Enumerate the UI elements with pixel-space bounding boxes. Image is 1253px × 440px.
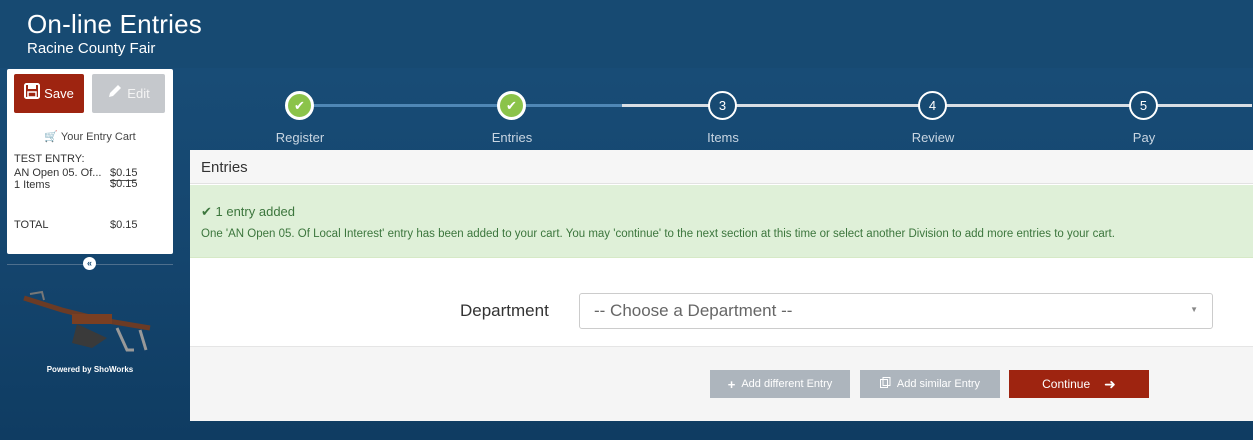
shopping-cart-icon: 🛒 [44,131,59,143]
save-button-label: Save [44,86,74,101]
panel-heading: Entries [190,150,1253,184]
cart-entry-type: TEST ENTRY: [14,153,85,165]
dropdown-caret-icon: ▼ [1190,305,1198,314]
cart-total-label: TOTAL [14,219,49,231]
department-label: Department [460,301,549,320]
add-different-entry-label: Add different Entry [741,378,833,390]
collapse-sidebar-icon[interactable]: « [83,257,96,270]
fair-name: Racine County Fair [27,40,156,57]
app-header: On-line Entries Racine County Fair [0,0,1253,68]
cart-items-price: $0.15 [110,178,138,190]
edit-button-label: Edit [127,86,150,101]
cart-total-price: $0.15 [110,219,138,231]
add-different-entry-button[interactable]: + Add different Entry [710,370,850,398]
success-alert: ✔ 1 entry added One 'AN Open 05. Of Loca… [190,185,1253,258]
entry-cart: Save Edit 🛒 Your Entry Cart TEST ENTRY: … [7,69,173,254]
step-items-label: Items [707,130,739,145]
plus-icon: + [727,376,736,392]
alert-message: One 'AN Open 05. Of Local Interest' entr… [201,228,1115,240]
copy-icon [879,377,891,391]
step-connector [305,104,517,107]
step-pay-icon: 5 [1129,91,1158,120]
progress-steps: ✔ Register ✔ Entries 3 Items 4 Review 5 … [190,88,1253,148]
step-entries-icon[interactable]: ✔ [497,91,526,120]
step-review-icon: 4 [918,91,947,120]
pencil-icon [107,83,123,104]
edit-button[interactable]: Edit [92,74,165,113]
add-similar-entry-label: Add similar Entry [896,378,981,390]
add-similar-entry-button[interactable]: Add similar Entry [860,370,1000,398]
cart-title: 🛒 Your Entry Cart [7,130,173,143]
step-register-icon[interactable]: ✔ [285,91,314,120]
continue-button[interactable]: Continue ➜ [1009,370,1149,398]
step-entries-label[interactable]: Entries [452,130,572,145]
plow-logo [22,288,162,358]
department-select-value: -- Choose a Department -- [594,301,793,320]
step-items-icon: 3 [708,91,737,120]
step-pay-label: Pay [1132,130,1156,145]
entries-panel: Entries ✔ 1 entry added One 'AN Open 05.… [190,150,1253,421]
cart-items-count: 1 Items [14,179,51,191]
floppy-disk-icon [24,83,41,104]
step-review-label: Review [911,130,955,145]
cart-title-text: Your Entry Cart [60,131,136,143]
continue-label: Continue [1042,377,1091,391]
powered-by-text: Powered by ShoWorks [46,365,134,374]
department-select[interactable]: -- Choose a Department -- ▼ [579,293,1213,329]
page-title: On-line Entries [27,9,202,39]
step-register-label[interactable]: Register [240,130,360,145]
arrow-right-icon: ➜ [1104,375,1116,392]
panel-footer: + Add different Entry Add similar Entry … [190,346,1253,421]
cart-item-name: AN Open 05. Of... [14,167,102,179]
save-button[interactable]: Save [14,74,84,113]
alert-title: ✔ 1 entry added [201,204,296,219]
